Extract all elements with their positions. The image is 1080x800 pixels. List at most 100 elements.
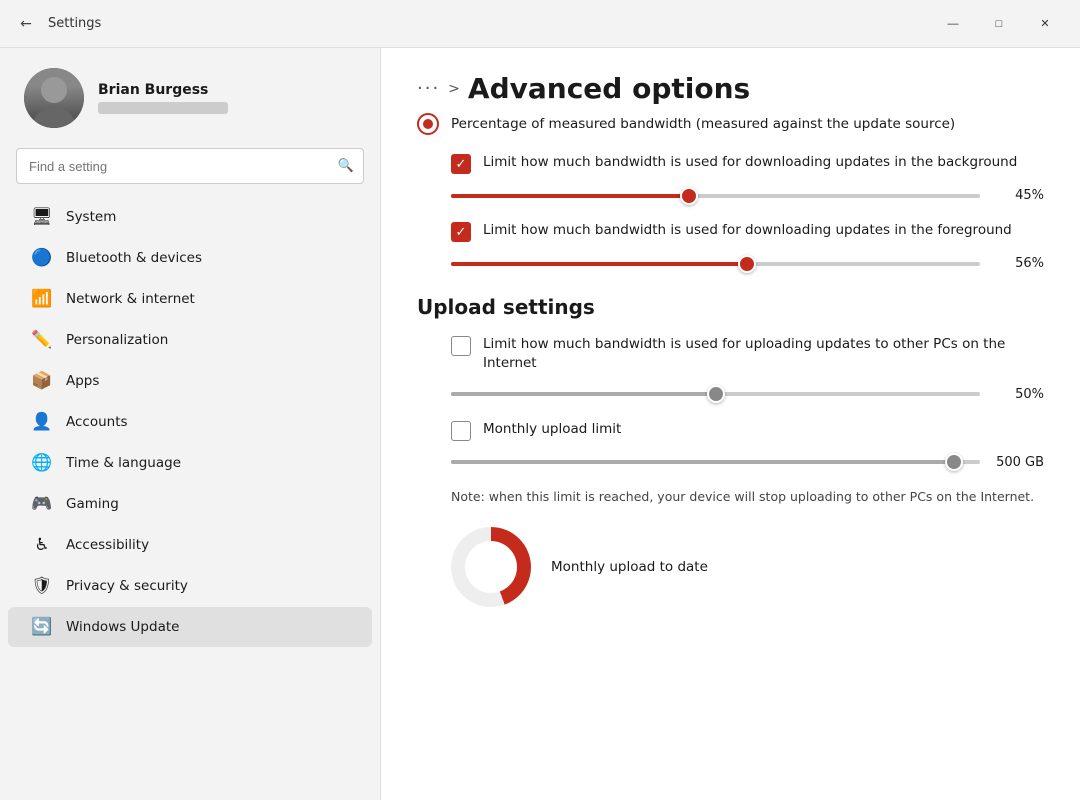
sidebar-item-system[interactable]: 🖥 System	[8, 197, 372, 237]
main-layout: Brian Burgess 🔍 🖥 System 🔵 Bluetooth & d…	[0, 48, 1080, 800]
upload-internet-checkbox[interactable]	[451, 336, 471, 356]
time-icon: 🌐	[32, 453, 52, 473]
user-info: Brian Burgess	[98, 82, 228, 114]
sidebar: Brian Burgess 🔍 🖥 System 🔵 Bluetooth & d…	[0, 48, 380, 800]
background-slider-thumb[interactable]	[680, 187, 698, 205]
monthly-limit-checkbox-label: Monthly upload limit	[483, 420, 621, 439]
foreground-slider-thumb[interactable]	[738, 255, 756, 273]
sidebar-item-apps-label: Apps	[66, 373, 99, 389]
breadcrumb-dots: ···	[417, 78, 440, 99]
sidebar-item-privacy[interactable]: 🛡 Privacy & security	[8, 566, 372, 606]
breadcrumb-separator: >	[448, 81, 460, 97]
background-checkbox[interactable]: ✓	[451, 154, 471, 174]
foreground-slider-fill	[451, 262, 747, 266]
monthly-upload-chart	[451, 527, 531, 607]
sidebar-item-gaming[interactable]: 🎮 Gaming	[8, 484, 372, 524]
bluetooth-icon: 🔵	[32, 248, 52, 268]
radio-percentage[interactable]	[417, 113, 439, 135]
windows-update-icon: 🔄	[32, 617, 52, 637]
search-input[interactable]	[16, 148, 364, 184]
user-name: Brian Burgess	[98, 82, 228, 98]
check-icon-2: ✓	[456, 225, 467, 240]
maximize-button[interactable]: □	[976, 8, 1022, 40]
monthly-upload-label-section: Monthly upload to date	[551, 559, 708, 575]
foreground-slider-row: 56%	[451, 256, 1044, 271]
monthly-limit-checkbox-row: Monthly upload limit	[451, 420, 1044, 441]
sidebar-item-accessibility[interactable]: ♿ Accessibility	[8, 525, 372, 565]
gaming-icon: 🎮	[32, 494, 52, 514]
upload-internet-checkbox-label: Limit how much bandwidth is used for upl…	[483, 335, 1044, 373]
sidebar-item-time-label: Time & language	[66, 455, 181, 471]
breadcrumb: ··· > Advanced options	[417, 72, 1044, 105]
monthly-limit-slider-row: 500 GB	[451, 455, 1044, 470]
upload-internet-slider-thumb[interactable]	[707, 385, 725, 403]
back-icon: ←	[20, 16, 32, 32]
upload-internet-slider-value: 50%	[996, 387, 1044, 402]
background-slider-row: 45%	[451, 188, 1044, 203]
sidebar-item-accessibility-label: Accessibility	[66, 537, 149, 553]
minimize-button[interactable]: —	[930, 8, 976, 40]
accessibility-icon: ♿	[32, 535, 52, 555]
sidebar-item-accounts-label: Accounts	[66, 414, 128, 430]
user-email-bar	[98, 102, 228, 114]
foreground-checkbox-row: ✓ Limit how much bandwidth is used for d…	[451, 221, 1044, 242]
sidebar-item-windows-update[interactable]: 🔄 Windows Update	[8, 607, 372, 647]
upload-settings-heading: Upload settings	[417, 295, 1044, 319]
upload-internet-checkbox-row: Limit how much bandwidth is used for upl…	[451, 335, 1044, 373]
background-checkbox-label: Limit how much bandwidth is used for dow…	[483, 153, 1017, 172]
sidebar-item-gaming-label: Gaming	[66, 496, 119, 512]
sidebar-item-time[interactable]: 🌐 Time & language	[8, 443, 372, 483]
monthly-limit-slider-fill	[451, 460, 954, 464]
monthly-limit-slider-thumb[interactable]	[945, 453, 963, 471]
sidebar-item-bluetooth-label: Bluetooth & devices	[66, 250, 202, 266]
radio-percentage-fill	[423, 119, 433, 129]
upload-note: Note: when this limit is reached, your d…	[451, 488, 1044, 507]
background-checkbox-row: ✓ Limit how much bandwidth is used for d…	[451, 153, 1044, 174]
page-title: Advanced options	[468, 72, 750, 105]
sidebar-item-network[interactable]: 📶 Network & internet	[8, 279, 372, 319]
apps-icon: 📦	[32, 371, 52, 391]
monthly-upload-section: Monthly upload to date	[451, 527, 1044, 607]
foreground-slider-value: 56%	[996, 256, 1044, 271]
monthly-limit-checkbox[interactable]	[451, 421, 471, 441]
sidebar-item-personalization-label: Personalization	[66, 332, 168, 348]
foreground-checkbox[interactable]: ✓	[451, 222, 471, 242]
sidebar-item-accounts[interactable]: 👤 Accounts	[8, 402, 372, 442]
monthly-limit-slider-track[interactable]	[451, 460, 980, 464]
background-slider-track[interactable]	[451, 194, 980, 198]
network-icon: 📶	[32, 289, 52, 309]
sidebar-item-network-label: Network & internet	[66, 291, 195, 307]
personalization-icon: ✏️	[32, 330, 52, 350]
title-bar-title: Settings	[48, 16, 101, 31]
back-button[interactable]: ←	[12, 10, 40, 38]
foreground-slider-track[interactable]	[451, 262, 980, 266]
monthly-upload-chart-inner	[465, 541, 517, 593]
sidebar-item-windows-update-label: Windows Update	[66, 619, 179, 635]
close-button[interactable]: ✕	[1022, 8, 1068, 40]
content-area: ··· > Advanced options Percentage of mea…	[380, 48, 1080, 800]
user-section: Brian Burgess	[0, 48, 380, 144]
radio-percentage-label: Percentage of measured bandwidth (measur…	[451, 116, 955, 132]
radio-percentage-row[interactable]: Percentage of measured bandwidth (measur…	[417, 113, 1044, 135]
sidebar-item-privacy-label: Privacy & security	[66, 578, 188, 594]
accounts-icon: 👤	[32, 412, 52, 432]
background-slider-value: 45%	[996, 188, 1044, 203]
search-box: 🔍	[16, 148, 364, 184]
background-slider-fill	[451, 194, 689, 198]
sidebar-nav: 🖥 System 🔵 Bluetooth & devices 📶 Network…	[0, 196, 380, 648]
foreground-checkbox-label: Limit how much bandwidth is used for dow…	[483, 221, 1012, 240]
sidebar-item-apps[interactable]: 📦 Apps	[8, 361, 372, 401]
sidebar-item-personalization[interactable]: ✏️ Personalization	[8, 320, 372, 360]
system-icon: 🖥	[32, 207, 52, 227]
window-controls: — □ ✕	[930, 8, 1068, 40]
privacy-icon: 🛡	[32, 576, 52, 596]
upload-internet-slider-track[interactable]	[451, 392, 980, 396]
check-icon: ✓	[456, 157, 467, 172]
search-icon: 🔍	[338, 159, 354, 174]
monthly-limit-slider-value: 500 GB	[996, 455, 1044, 470]
avatar-image	[24, 68, 84, 128]
monthly-upload-label: Monthly upload to date	[551, 559, 708, 575]
avatar	[24, 68, 84, 128]
sidebar-item-bluetooth[interactable]: 🔵 Bluetooth & devices	[8, 238, 372, 278]
upload-internet-slider-row: 50%	[451, 387, 1044, 402]
